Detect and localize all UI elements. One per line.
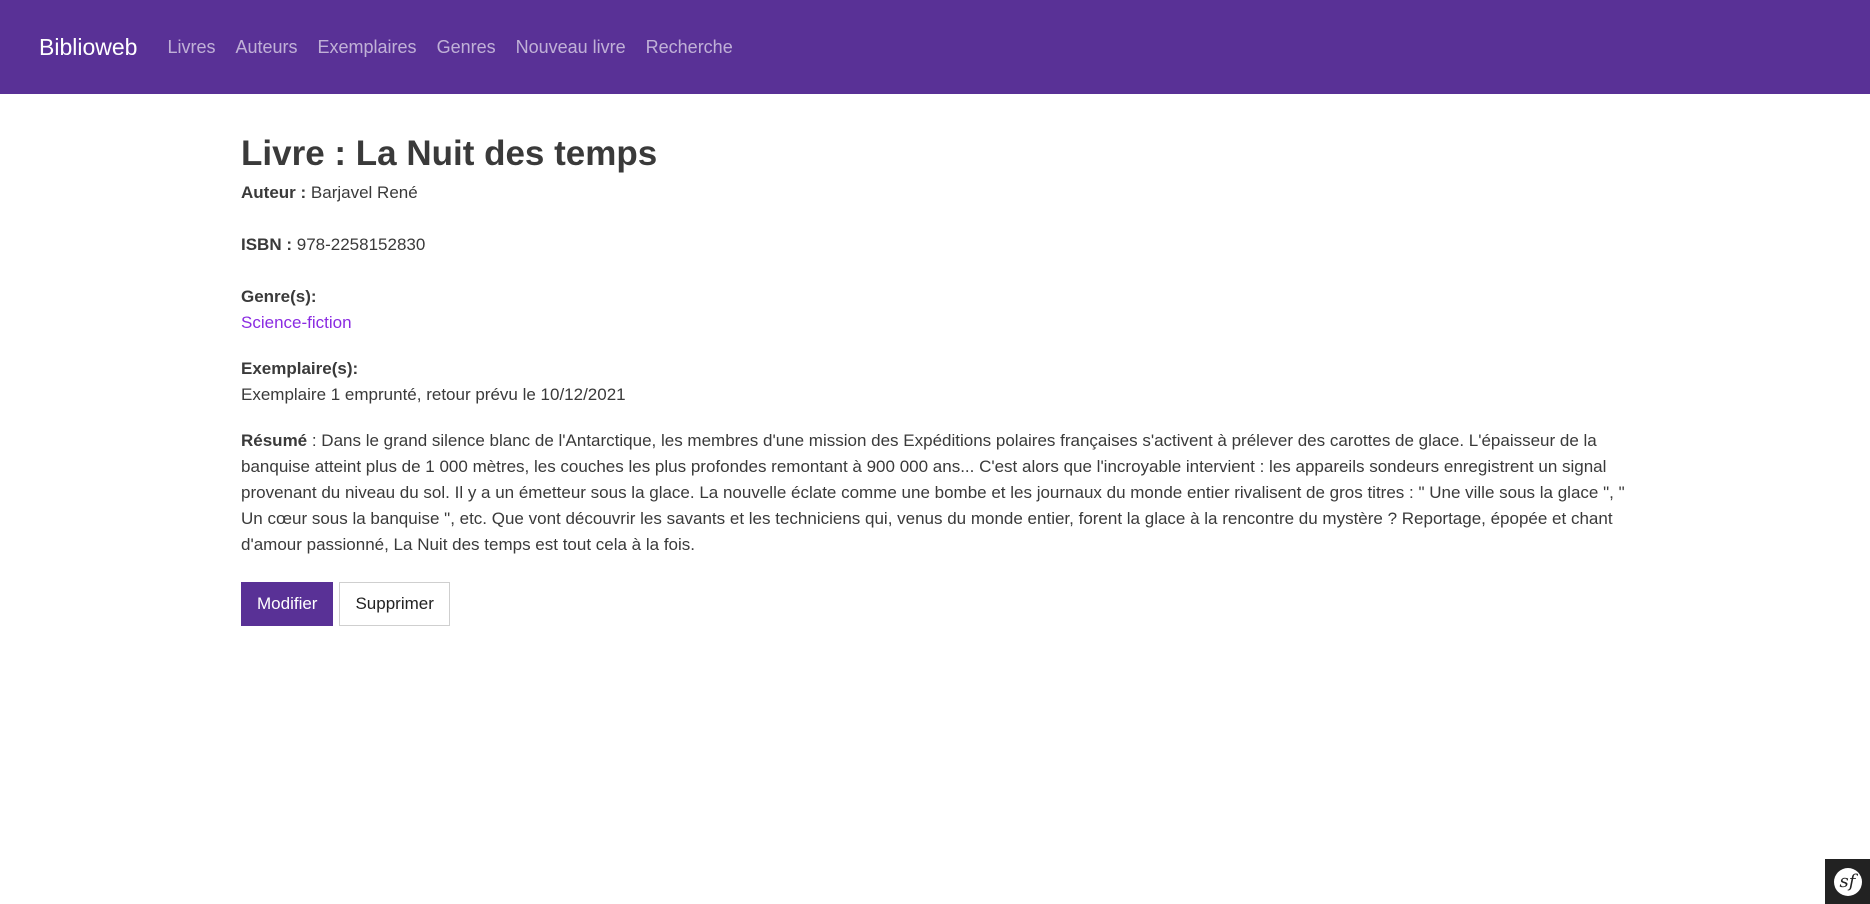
genres-label-text: Genre(s): bbox=[241, 287, 317, 306]
page-title: Livre : La Nuit des temps bbox=[241, 134, 658, 173]
copies-label: Exemplaire(s): bbox=[241, 356, 1631, 382]
copy-item: Exemplaire 1 emprunté, retour prévu le 1… bbox=[241, 385, 626, 404]
author-field: Auteur : Barjavel René bbox=[241, 180, 1631, 206]
copies-label-text: Exemplaire(s): bbox=[241, 359, 359, 378]
book-detail: Livre : La Nuit des temps Auteur : Barja… bbox=[241, 128, 1631, 626]
nav-link-auteurs[interactable]: Auteurs bbox=[235, 37, 297, 58]
action-buttons: Modifier Supprimer bbox=[241, 582, 1631, 626]
genres-list: Science-fiction bbox=[241, 310, 1631, 336]
summary-text: : Dans le grand silence blanc de l'Antar… bbox=[241, 431, 1625, 554]
summary-label: Résumé bbox=[241, 431, 308, 450]
genre-link-science-fiction[interactable]: Science-fiction bbox=[241, 313, 352, 332]
navbar: Biblioweb Livres Auteurs Exemplaires Gen… bbox=[0, 0, 1870, 94]
symfony-toolbar-toggle[interactable]: sf bbox=[1825, 859, 1870, 904]
author-label: Auteur : bbox=[241, 183, 307, 202]
author-value: Barjavel René bbox=[310, 183, 418, 202]
symfony-icon: sf bbox=[1833, 867, 1862, 896]
isbn-value: 978-2258152830 bbox=[296, 235, 426, 254]
nav-link-exemplaires[interactable]: Exemplaires bbox=[318, 37, 417, 58]
brand-link[interactable]: Biblioweb bbox=[39, 34, 137, 61]
nav-link-nouveau-livre[interactable]: Nouveau livre bbox=[516, 37, 626, 58]
nav-link-livres[interactable]: Livres bbox=[167, 37, 215, 58]
nav-link-genres[interactable]: Genres bbox=[437, 37, 496, 58]
edit-button[interactable]: Modifier bbox=[241, 582, 334, 626]
isbn-label: ISBN : bbox=[241, 235, 292, 254]
summary: Résumé : Dans le grand silence blanc de … bbox=[241, 428, 1631, 558]
isbn-field: ISBN : 978-2258152830 bbox=[241, 232, 1631, 258]
nav-link-recherche[interactable]: Recherche bbox=[646, 37, 733, 58]
genres-label: Genre(s): bbox=[241, 284, 1631, 310]
delete-button[interactable]: Supprimer bbox=[339, 582, 450, 626]
